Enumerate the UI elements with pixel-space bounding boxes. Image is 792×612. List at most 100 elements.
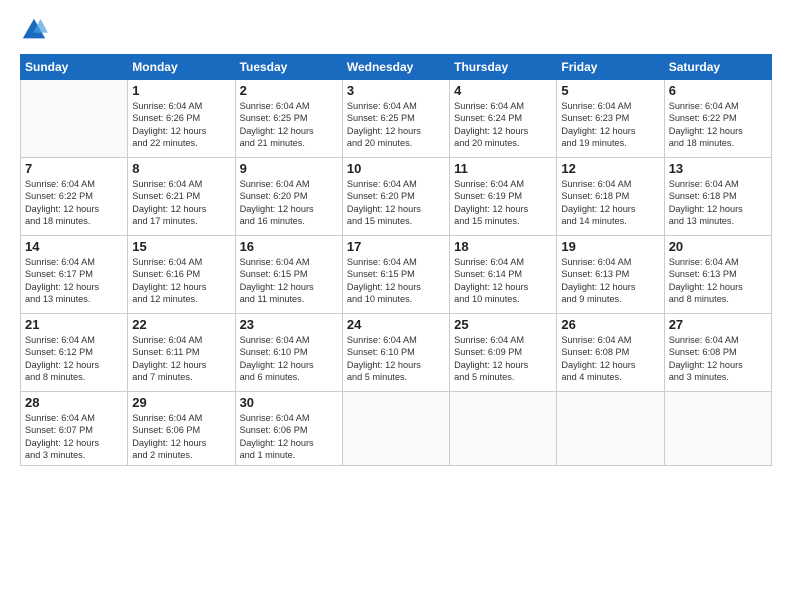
logo-icon: [20, 16, 48, 44]
day-number: 23: [240, 317, 338, 332]
week-row-5: 28Sunrise: 6:04 AMSunset: 6:07 PMDayligh…: [21, 392, 772, 466]
weekday-header-saturday: Saturday: [664, 55, 771, 80]
calendar-cell: 12 Sunrise: 6:04 AMSunset: 6:18 PMDayligh…: [557, 158, 664, 236]
day-info: Sunrise: 6:04 AMSunset: 6:18 PMDaylight:…: [561, 178, 659, 228]
day-info: Sunrise: 6:04 AMSunset: 6:06 PMDaylight:…: [132, 412, 230, 462]
calendar-cell: 16 Sunrise: 6:04 AMSunset: 6:15 PMDayligh…: [235, 236, 342, 314]
day-number: 21: [25, 317, 123, 332]
day-info: Sunrise: 6:04 AMSunset: 6:08 PMDaylight:…: [561, 334, 659, 384]
day-info: Sunrise: 6:04 AMSunset: 6:07 PMDaylight:…: [25, 412, 123, 462]
calendar-cell: [450, 392, 557, 466]
calendar-cell: 18 Sunrise: 6:04 AMSunset: 6:14 PMDayligh…: [450, 236, 557, 314]
weekday-header-monday: Monday: [128, 55, 235, 80]
week-row-2: 7 Sunrise: 6:04 AMSunset: 6:22 PMDaylight…: [21, 158, 772, 236]
calendar-cell: 20Sunrise: 6:04 AMSunset: 6:13 PMDayligh…: [664, 236, 771, 314]
day-info: Sunrise: 6:04 AMSunset: 6:19 PMDaylight:…: [454, 178, 552, 228]
calendar-cell: 22 Sunrise: 6:04 AMSunset: 6:11 PMDayligh…: [128, 314, 235, 392]
calendar-cell: 30 Sunrise: 6:04 AMSunset: 6:06 PMDayligh…: [235, 392, 342, 466]
day-info: Sunrise: 6:04 AMSunset: 6:25 PMDaylight:…: [240, 100, 338, 150]
weekday-header-friday: Friday: [557, 55, 664, 80]
calendar: SundayMondayTuesdayWednesdayThursdayFrid…: [20, 54, 772, 466]
weekday-header-sunday: Sunday: [21, 55, 128, 80]
weekday-header-wednesday: Wednesday: [342, 55, 449, 80]
day-info: Sunrise: 6:04 AMSunset: 6:12 PMDaylight:…: [25, 334, 123, 384]
day-info: Sunrise: 6:04 AMSunset: 6:13 PMDaylight:…: [561, 256, 659, 306]
day-number: 25: [454, 317, 552, 332]
calendar-cell: 5 Sunrise: 6:04 AMSunset: 6:23 PMDaylight…: [557, 80, 664, 158]
logo: [20, 16, 50, 44]
calendar-cell: 17Sunrise: 6:04 AMSunset: 6:15 PMDayligh…: [342, 236, 449, 314]
day-info: Sunrise: 6:04 AMSunset: 6:24 PMDaylight:…: [454, 100, 552, 150]
calendar-cell: 29 Sunrise: 6:04 AMSunset: 6:06 PMDayligh…: [128, 392, 235, 466]
day-info: Sunrise: 6:04 AMSunset: 6:17 PMDaylight:…: [25, 256, 123, 306]
day-number: 16: [240, 239, 338, 254]
calendar-cell: [342, 392, 449, 466]
calendar-cell: 9Sunrise: 6:04 AMSunset: 6:20 PMDaylight…: [235, 158, 342, 236]
day-info: Sunrise: 6:04 AMSunset: 6:16 PMDaylight:…: [132, 256, 230, 306]
day-number: 22: [132, 317, 230, 332]
day-info: Sunrise: 6:04 AMSunset: 6:15 PMDaylight:…: [240, 256, 338, 306]
day-number: 5: [561, 83, 659, 98]
day-info: Sunrise: 6:04 AMSunset: 6:08 PMDaylight:…: [669, 334, 767, 384]
day-number: 12: [561, 161, 659, 176]
day-number: 4: [454, 83, 552, 98]
day-number: 17: [347, 239, 445, 254]
day-number: 10: [347, 161, 445, 176]
week-row-1: 1 Sunrise: 6:04 AMSunset: 6:26 PMDaylight…: [21, 80, 772, 158]
day-info: Sunrise: 6:04 AMSunset: 6:20 PMDaylight:…: [347, 178, 445, 228]
day-info: Sunrise: 6:04 AMSunset: 6:11 PMDaylight:…: [132, 334, 230, 384]
day-number: 19: [561, 239, 659, 254]
day-number: 1: [132, 83, 230, 98]
page: SundayMondayTuesdayWednesdayThursdayFrid…: [0, 0, 792, 612]
calendar-cell: [557, 392, 664, 466]
day-number: 7: [25, 161, 123, 176]
day-number: 9: [240, 161, 338, 176]
calendar-cell: 14 Sunrise: 6:04 AMSunset: 6:17 PMDayligh…: [21, 236, 128, 314]
calendar-cell: 24 Sunrise: 6:04 AMSunset: 6:10 PMDayligh…: [342, 314, 449, 392]
day-info: Sunrise: 6:04 AMSunset: 6:06 PMDaylight:…: [240, 412, 338, 462]
calendar-cell: 6Sunrise: 6:04 AMSunset: 6:22 PMDaylight…: [664, 80, 771, 158]
calendar-cell: 11 Sunrise: 6:04 AMSunset: 6:19 PMDayligh…: [450, 158, 557, 236]
day-info: Sunrise: 6:04 AMSunset: 6:25 PMDaylight:…: [347, 100, 445, 150]
day-number: 24: [347, 317, 445, 332]
day-number: 27: [669, 317, 767, 332]
calendar-cell: 2 Sunrise: 6:04 AMSunset: 6:25 PMDaylight…: [235, 80, 342, 158]
day-info: Sunrise: 6:04 AMSunset: 6:21 PMDaylight:…: [132, 178, 230, 228]
calendar-cell: 8 Sunrise: 6:04 AMSunset: 6:21 PMDaylight…: [128, 158, 235, 236]
calendar-cell: 13 Sunrise: 6:04 AMSunset: 6:18 PMDayligh…: [664, 158, 771, 236]
calendar-cell: 7 Sunrise: 6:04 AMSunset: 6:22 PMDaylight…: [21, 158, 128, 236]
day-number: 13: [669, 161, 767, 176]
calendar-cell: [664, 392, 771, 466]
calendar-cell: 26Sunrise: 6:04 AMSunset: 6:08 PMDayligh…: [557, 314, 664, 392]
day-number: 8: [132, 161, 230, 176]
day-number: 15: [132, 239, 230, 254]
calendar-cell: 1 Sunrise: 6:04 AMSunset: 6:26 PMDaylight…: [128, 80, 235, 158]
day-number: 18: [454, 239, 552, 254]
day-info: Sunrise: 6:04 AMSunset: 6:22 PMDaylight:…: [25, 178, 123, 228]
calendar-cell: [21, 80, 128, 158]
day-info: Sunrise: 6:04 AMSunset: 6:26 PMDaylight:…: [132, 100, 230, 150]
day-number: 2: [240, 83, 338, 98]
day-info: Sunrise: 6:04 AMSunset: 6:13 PMDaylight:…: [669, 256, 767, 306]
day-info: Sunrise: 6:04 AMSunset: 6:10 PMDaylight:…: [347, 334, 445, 384]
calendar-cell: 19 Sunrise: 6:04 AMSunset: 6:13 PMDayligh…: [557, 236, 664, 314]
calendar-cell: 25Sunrise: 6:04 AMSunset: 6:09 PMDayligh…: [450, 314, 557, 392]
day-info: Sunrise: 6:04 AMSunset: 6:10 PMDaylight:…: [240, 334, 338, 384]
weekday-header-row: SundayMondayTuesdayWednesdayThursdayFrid…: [21, 55, 772, 80]
calendar-cell: 4 Sunrise: 6:04 AMSunset: 6:24 PMDaylight…: [450, 80, 557, 158]
day-number: 29: [132, 395, 230, 410]
day-info: Sunrise: 6:04 AMSunset: 6:22 PMDaylight:…: [669, 100, 767, 150]
day-number: 14: [25, 239, 123, 254]
weekday-header-tuesday: Tuesday: [235, 55, 342, 80]
calendar-cell: 15 Sunrise: 6:04 AMSunset: 6:16 PMDayligh…: [128, 236, 235, 314]
day-info: Sunrise: 6:04 AMSunset: 6:18 PMDaylight:…: [669, 178, 767, 228]
day-info: Sunrise: 6:04 AMSunset: 6:23 PMDaylight:…: [561, 100, 659, 150]
calendar-cell: 21 Sunrise: 6:04 AMSunset: 6:12 PMDayligh…: [21, 314, 128, 392]
day-number: 30: [240, 395, 338, 410]
calendar-cell: 10 Sunrise: 6:04 AMSunset: 6:20 PMDayligh…: [342, 158, 449, 236]
day-number: 11: [454, 161, 552, 176]
calendar-cell: 3Sunrise: 6:04 AMSunset: 6:25 PMDaylight…: [342, 80, 449, 158]
header: [20, 16, 772, 44]
calendar-cell: 27 Sunrise: 6:04 AMSunset: 6:08 PMDayligh…: [664, 314, 771, 392]
day-info: Sunrise: 6:04 AMSunset: 6:14 PMDaylight:…: [454, 256, 552, 306]
